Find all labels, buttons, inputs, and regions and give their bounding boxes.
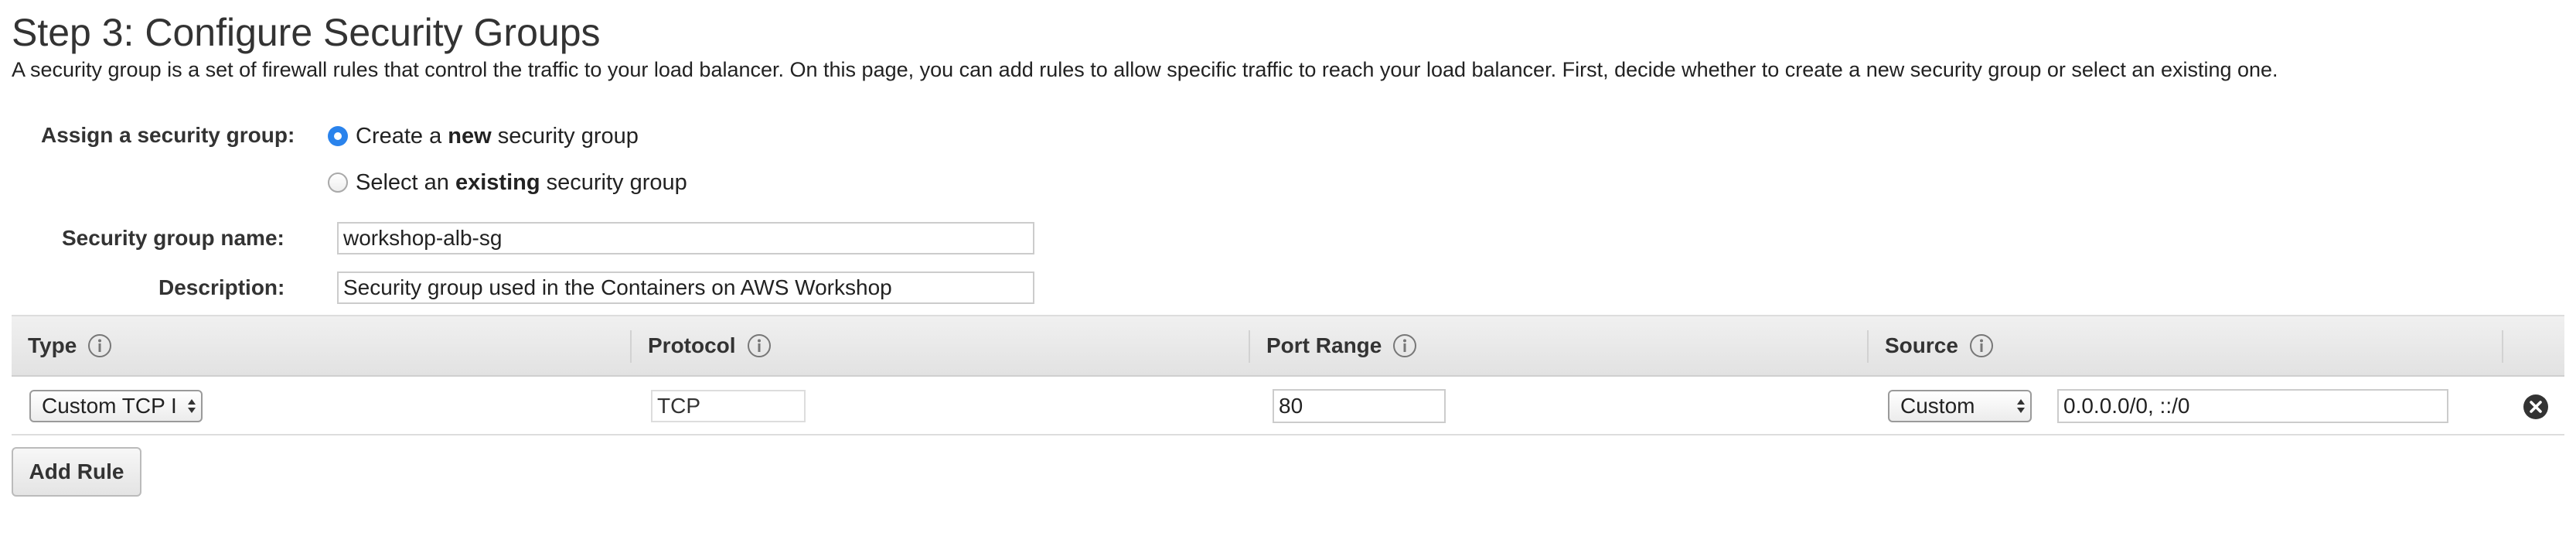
column-header-source: Source bbox=[1885, 316, 1994, 375]
radio-select-existing-label[interactable]: Select an existing security group bbox=[356, 170, 687, 196]
assign-security-group-label: Assign a security group: bbox=[41, 123, 295, 147]
column-divider bbox=[2502, 330, 2503, 363]
column-divider bbox=[1867, 330, 1869, 363]
column-header-port-range: Port Range bbox=[1266, 316, 1417, 375]
description-label: Description: bbox=[158, 275, 285, 299]
column-header-protocol: Protocol bbox=[648, 316, 772, 375]
column-divider bbox=[1249, 330, 1250, 363]
info-icon[interactable] bbox=[747, 333, 772, 358]
column-header-type: Type bbox=[28, 316, 112, 375]
info-icon[interactable] bbox=[1392, 333, 1417, 358]
security-group-name-input[interactable] bbox=[337, 222, 1034, 254]
remove-circle-x-icon[interactable] bbox=[2523, 394, 2549, 420]
select-arrows-icon bbox=[2015, 391, 2027, 421]
rules-table-header: Type Protocol Port Range Source bbox=[12, 315, 2564, 377]
page-title: Step 3: Configure Security Groups bbox=[12, 11, 601, 54]
add-rule-button[interactable]: Add Rule bbox=[12, 447, 141, 497]
rule-protocol-field bbox=[651, 390, 806, 422]
radio-option-create-new[interactable]: Create a new security group bbox=[328, 121, 639, 152]
page-description: A security group is a set of firewall ru… bbox=[12, 58, 2278, 81]
rule-type-select[interactable]: Custom TCP I bbox=[29, 390, 203, 422]
info-icon[interactable] bbox=[1969, 333, 1994, 358]
rule-port-range-input[interactable] bbox=[1273, 389, 1446, 423]
radio-create-new-label[interactable]: Create a new security group bbox=[356, 124, 639, 149]
description-input[interactable] bbox=[337, 272, 1034, 304]
column-divider bbox=[630, 330, 632, 363]
select-arrows-icon bbox=[186, 391, 198, 421]
rule-source-cidr-input[interactable] bbox=[2057, 389, 2448, 423]
radio-select-existing[interactable] bbox=[328, 172, 348, 193]
radio-create-new[interactable] bbox=[328, 126, 348, 146]
info-icon[interactable] bbox=[87, 333, 112, 358]
rule-source-select[interactable]: Custom bbox=[1888, 390, 2032, 422]
security-group-name-label: Security group name: bbox=[62, 226, 285, 250]
radio-option-select-existing[interactable]: Select an existing security group bbox=[328, 167, 687, 198]
